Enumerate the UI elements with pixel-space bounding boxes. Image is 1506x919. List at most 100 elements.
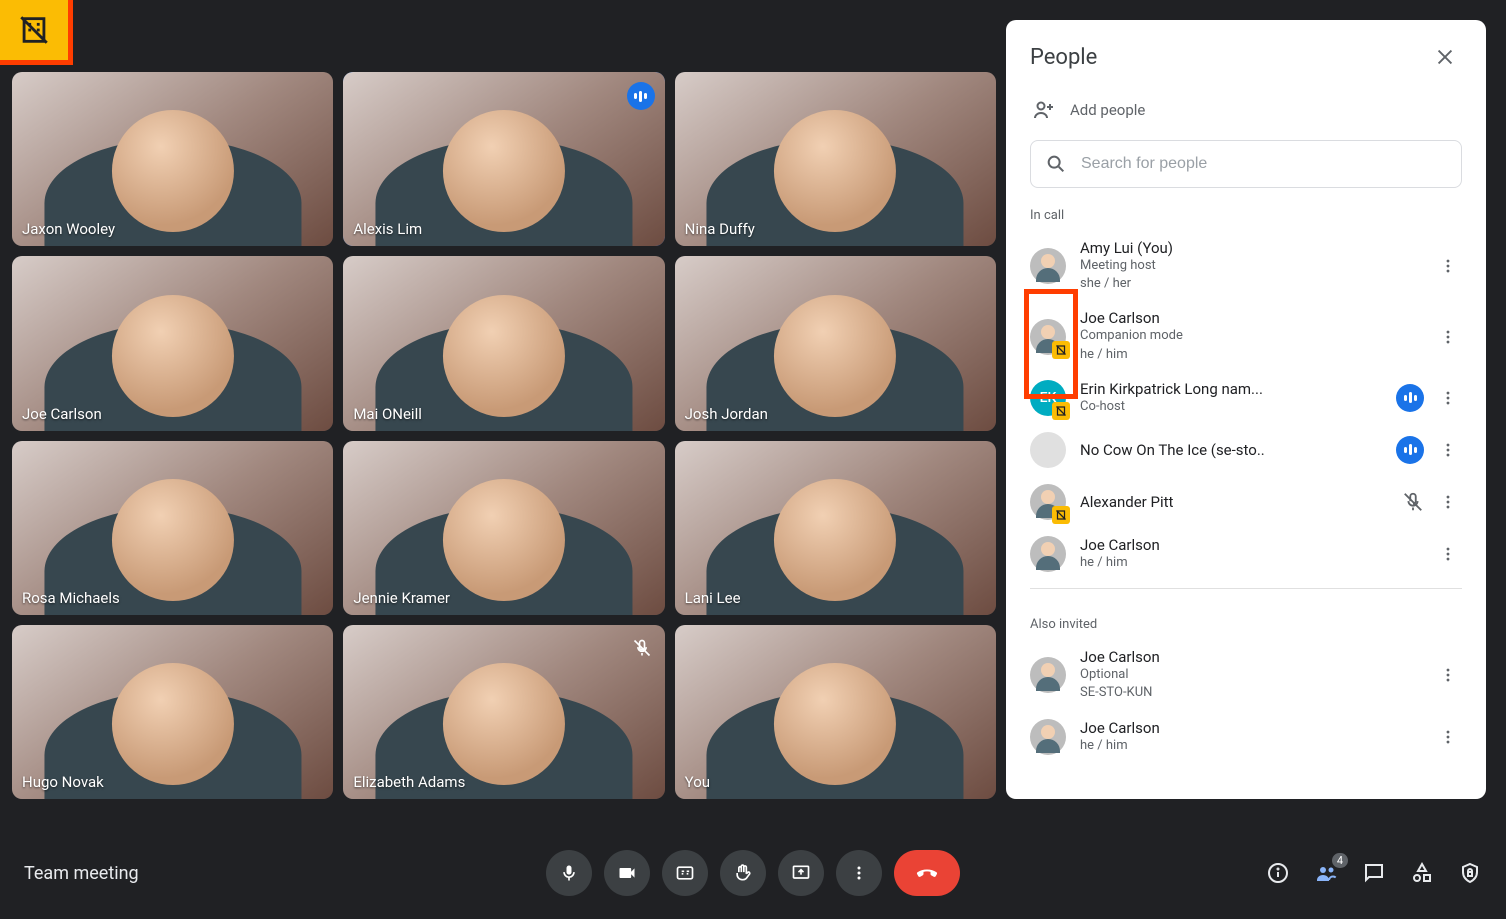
people-count-badge: 4	[1332, 853, 1348, 868]
person-info: Erin Kirkpatrick Long nam...Co-host	[1080, 380, 1382, 416]
add-people-label: Add people	[1070, 101, 1145, 119]
more-vert-icon	[1438, 388, 1458, 408]
person-name: Joe Carlson	[1080, 309, 1420, 327]
person-info: Joe Carlsonhe / him	[1080, 536, 1420, 572]
video-tile[interactable]: You	[675, 625, 996, 799]
search-icon	[1045, 153, 1067, 175]
person-subtitle: Companion mode	[1080, 327, 1420, 345]
present-button[interactable]	[778, 850, 824, 896]
more-vert-icon	[1438, 492, 1458, 512]
row-more-button[interactable]	[1434, 661, 1462, 689]
building-off-icon	[1052, 341, 1070, 359]
captions-button[interactable]	[662, 850, 708, 896]
video-tile[interactable]: Alexis Lim	[343, 72, 664, 246]
person-row[interactable]: Joe CarlsonCompanion modehe / him	[1030, 301, 1462, 371]
raise-hand-button[interactable]	[720, 850, 766, 896]
tile-name-label: Alexis Lim	[353, 220, 422, 238]
video-tile[interactable]: Elizabeth Adams	[343, 625, 664, 799]
person-subtitle: Meeting host	[1080, 257, 1420, 275]
also-invited-list: Joe CarlsonOptionalSE-STO-KUN Joe Carlson…	[1030, 640, 1462, 763]
camera-icon	[617, 863, 637, 883]
tile-name-label: Mai ONeill	[353, 405, 422, 423]
tile-name-label: Joe Carlson	[22, 405, 102, 423]
person-subtitle: Optional	[1080, 666, 1420, 684]
row-more-button[interactable]	[1434, 436, 1462, 464]
tile-name-label: Jennie Kramer	[353, 589, 450, 607]
in-call-label: In call	[1030, 208, 1462, 223]
person-row[interactable]: Alexander Pitt	[1030, 476, 1462, 528]
more-vert-icon	[1438, 256, 1458, 276]
row-more-button[interactable]	[1434, 488, 1462, 516]
person-name: Joe Carlson	[1080, 536, 1420, 554]
people-button[interactable]: 4	[1314, 861, 1338, 885]
person-row[interactable]: Joe Carlsonhe / him	[1030, 711, 1462, 763]
avatar	[1030, 657, 1066, 693]
tile-name-label: Elizabeth Adams	[353, 773, 465, 791]
video-tile[interactable]: Lani Lee	[675, 441, 996, 615]
search-input[interactable]	[1081, 155, 1447, 173]
person-row[interactable]: No Cow On The Ice (se-sto..	[1030, 424, 1462, 476]
person-row[interactable]: Amy Lui (You)Meeting hostshe / her	[1030, 231, 1462, 301]
mic-button[interactable]	[546, 850, 592, 896]
panel-title: People	[1030, 45, 1097, 70]
shapes-icon	[1410, 861, 1434, 885]
captions-icon	[675, 863, 695, 883]
row-more-button[interactable]	[1434, 384, 1462, 412]
hang-up-button[interactable]	[894, 850, 960, 896]
meeting-title: Team meeting	[24, 863, 139, 884]
avatar	[1030, 536, 1066, 572]
camera-button[interactable]	[604, 850, 650, 896]
video-tile[interactable]: Josh Jordan	[675, 256, 996, 430]
person-row[interactable]: Joe Carlsonhe / him	[1030, 528, 1462, 580]
video-tile[interactable]: Hugo Novak	[12, 625, 333, 799]
video-tile[interactable]: Jaxon Wooley	[12, 72, 333, 246]
person-info: Amy Lui (You)Meeting hostshe / her	[1080, 239, 1420, 293]
video-tile[interactable]: Joe Carlson	[12, 256, 333, 430]
row-more-button[interactable]	[1434, 723, 1462, 751]
more-vert-icon	[1438, 544, 1458, 564]
close-icon	[1434, 46, 1456, 68]
more-options-button[interactable]	[836, 850, 882, 896]
tile-name-label: Jaxon Wooley	[22, 220, 115, 238]
meeting-details-button[interactable]	[1266, 861, 1290, 885]
video-grid: Jaxon Wooley Alexis Lim Nina Duffy Joe Carl…	[12, 72, 996, 799]
add-people-button[interactable]: Add people	[1030, 88, 1462, 140]
tile-name-label: Josh Jordan	[685, 405, 768, 423]
chat-button[interactable]	[1362, 861, 1386, 885]
video-tile[interactable]: Nina Duffy	[675, 72, 996, 246]
chat-icon	[1362, 861, 1386, 885]
search-box[interactable]	[1030, 140, 1462, 188]
mic-off-icon	[629, 635, 655, 661]
video-tile[interactable]: Jennie Kramer	[343, 441, 664, 615]
person-name: Joe Carlson	[1080, 719, 1420, 737]
avatar	[1030, 319, 1066, 355]
info-icon	[1266, 861, 1290, 885]
video-tile[interactable]: Mai ONeill	[343, 256, 664, 430]
avatar	[1030, 432, 1066, 468]
speaking-indicator	[1396, 384, 1424, 412]
activities-button[interactable]	[1410, 861, 1434, 885]
avatar: EK	[1030, 380, 1066, 416]
person-row[interactable]: Joe CarlsonOptionalSE-STO-KUN	[1030, 640, 1462, 710]
person-subtitle-2: he / him	[1080, 346, 1420, 364]
person-info: Alexander Pitt	[1080, 493, 1388, 511]
host-controls-button[interactable]	[1458, 861, 1482, 885]
in-call-list: Amy Lui (You)Meeting hostshe / her Joe Ca…	[1030, 231, 1462, 580]
also-invited-label: Also invited	[1030, 617, 1462, 632]
row-more-button[interactable]	[1434, 252, 1462, 280]
person-subtitle: he / him	[1080, 554, 1420, 572]
row-more-button[interactable]	[1434, 540, 1462, 568]
person-subtitle: he / him	[1080, 737, 1420, 755]
present-icon	[791, 863, 811, 883]
row-more-button[interactable]	[1434, 323, 1462, 351]
more-vert-icon	[1438, 327, 1458, 347]
person-info: Joe CarlsonOptionalSE-STO-KUN	[1080, 648, 1420, 702]
person-info: Joe CarlsonCompanion modehe / him	[1080, 309, 1420, 363]
person-name: No Cow On The Ice (se-sto..	[1080, 441, 1382, 459]
close-panel-button[interactable]	[1428, 40, 1462, 74]
person-add-icon	[1032, 98, 1056, 122]
avatar	[1030, 484, 1066, 520]
person-row[interactable]: EK Erin Kirkpatrick Long nam...Co-host	[1030, 372, 1462, 424]
person-subtitle-2: she / her	[1080, 275, 1420, 293]
video-tile[interactable]: Rosa Michaels	[12, 441, 333, 615]
